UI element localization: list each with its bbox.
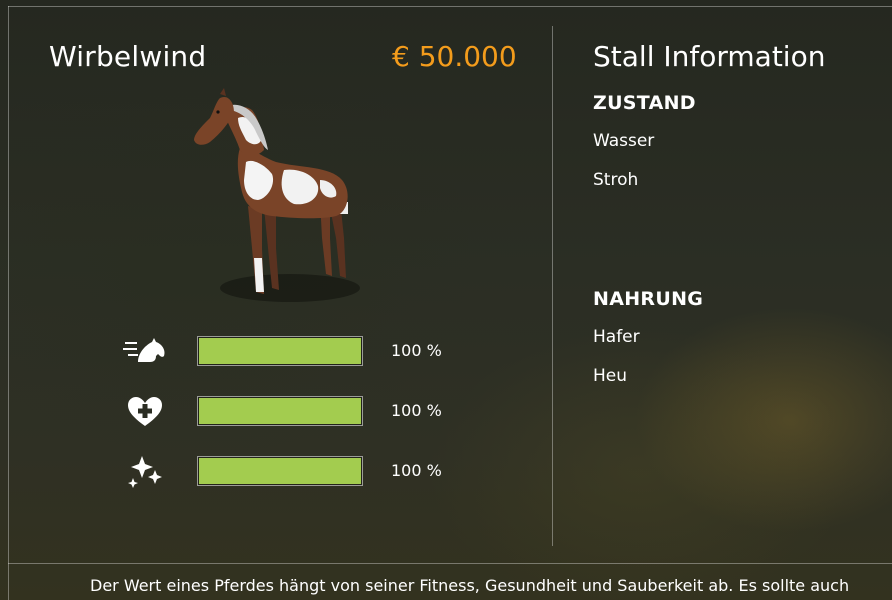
panel-top-border <box>8 6 892 7</box>
health-value: 100 % <box>391 401 442 420</box>
condition-item-water: Wasser <box>593 131 655 151</box>
fitness-value: 100 % <box>391 341 442 360</box>
fitness-bar-fill <box>199 338 361 364</box>
cleanliness-value: 100 % <box>391 461 442 480</box>
cleanliness-bar <box>197 456 363 486</box>
food-header: NAHRUNG <box>593 288 704 310</box>
footer-separator <box>8 563 892 564</box>
health-bar-fill <box>199 398 361 424</box>
horse-image <box>180 88 380 310</box>
condition-item-straw: Stroh <box>593 170 639 190</box>
health-bar <box>197 396 363 426</box>
health-stat: 100 % <box>120 394 460 428</box>
condition-header: ZUSTAND <box>593 92 696 114</box>
fitness-bar <box>197 336 363 366</box>
fitness-stat: 100 % <box>120 334 460 368</box>
column-divider <box>552 26 553 546</box>
food-item-hay: Heu <box>593 366 628 386</box>
cleanliness-bar-fill <box>199 458 361 484</box>
health-icon <box>120 394 166 428</box>
horse-name: Wirbelwind <box>49 40 207 73</box>
fitness-icon <box>120 334 166 368</box>
food-item-oats: Hafer <box>593 327 640 347</box>
horse-price: € 50.000 <box>392 40 517 73</box>
panel-left-border <box>8 6 9 600</box>
stall-info-title: Stall Information <box>593 40 826 73</box>
footer-description: Der Wert eines Pferdes hängt von seiner … <box>90 576 850 595</box>
cleanliness-stat: 100 % <box>120 454 460 488</box>
cleanliness-icon <box>120 454 166 488</box>
